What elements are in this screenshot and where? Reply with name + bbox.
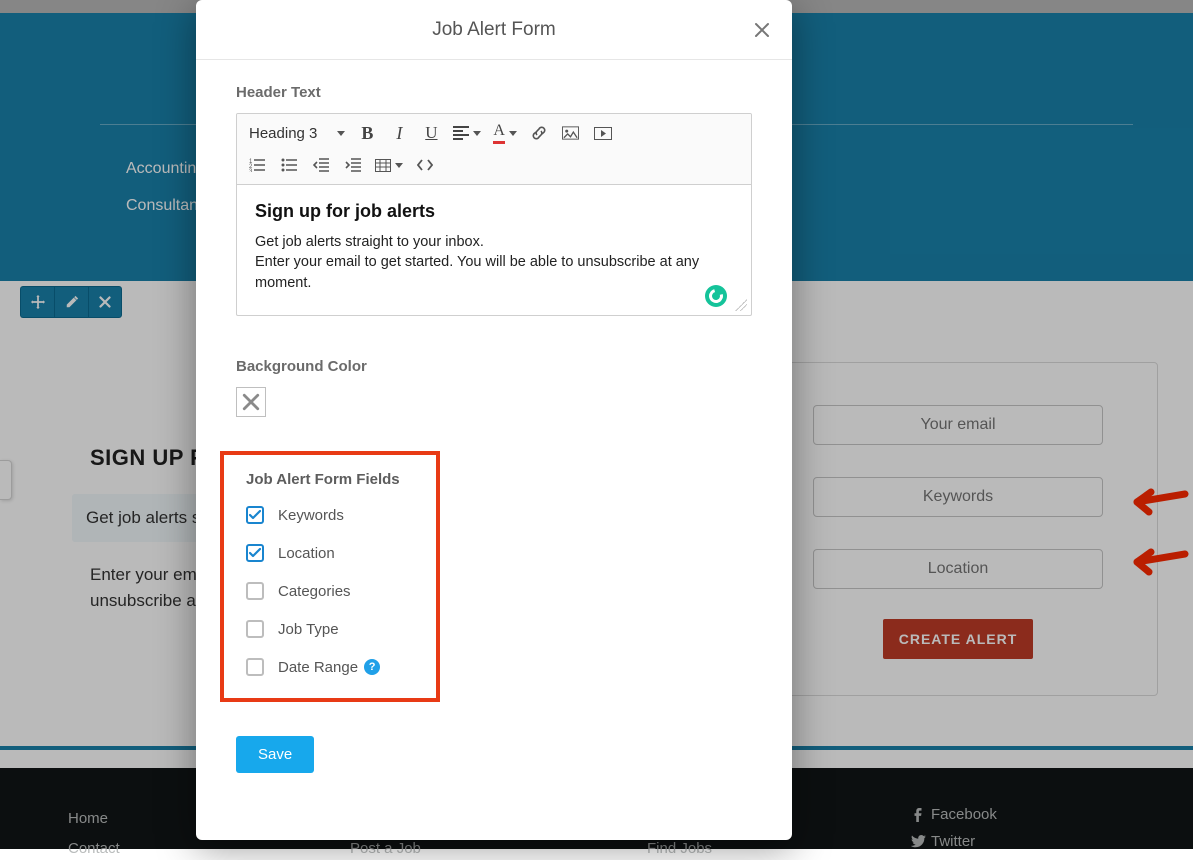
field-row-keywords[interactable]: Keywords: [246, 506, 414, 524]
checkbox-keywords[interactable]: [246, 506, 264, 524]
rte-content-area[interactable]: Sign up for job alerts Get job alerts st…: [237, 185, 751, 315]
field-row-jobtype[interactable]: Job Type: [246, 620, 414, 638]
field-row-daterange[interactable]: Date Range ?: [246, 658, 414, 676]
svg-text:3: 3: [249, 169, 253, 172]
checkbox-daterange[interactable]: [246, 658, 264, 676]
close-icon[interactable]: [750, 18, 774, 42]
checkbox-categories-label: Categories: [278, 583, 351, 600]
form-fields-label: Job Alert Form Fields: [246, 471, 414, 488]
help-icon[interactable]: ?: [364, 659, 380, 675]
checkbox-jobtype-label: Job Type: [278, 621, 339, 638]
grammarly-icon[interactable]: [705, 285, 727, 307]
job-alert-form-modal: Job Alert Form Header Text Heading 3 B I…: [196, 0, 792, 840]
image-icon[interactable]: [555, 117, 587, 149]
rte-heading-dropdown[interactable]: Heading 3: [241, 117, 351, 149]
link-icon[interactable]: [523, 117, 555, 149]
rte-content-line1: Get job alerts straight to your inbox.: [255, 232, 733, 252]
checkbox-categories[interactable]: [246, 582, 264, 600]
save-button[interactable]: Save: [236, 736, 314, 773]
caret-down-icon: [473, 131, 481, 136]
ordered-list-icon[interactable]: 123: [241, 149, 273, 181]
header-text-label: Header Text: [236, 84, 752, 101]
code-view-icon[interactable]: [409, 149, 441, 181]
checkbox-daterange-label: Date Range: [278, 659, 358, 676]
checkbox-location-label: Location: [278, 545, 335, 562]
rte-content-line2: Enter your email to get started. You wil…: [255, 252, 733, 293]
unordered-list-icon[interactable]: [273, 149, 305, 181]
align-icon[interactable]: [447, 117, 487, 149]
rich-text-editor: Heading 3 B I U A: [236, 113, 752, 316]
background-color-label: Background Color: [236, 358, 752, 375]
indent-icon[interactable]: [337, 149, 369, 181]
table-icon[interactable]: [369, 149, 409, 181]
underline-icon[interactable]: U: [415, 117, 447, 149]
caret-down-icon: [509, 131, 517, 136]
checkbox-jobtype[interactable]: [246, 620, 264, 638]
no-color-swatch[interactable]: [236, 387, 266, 417]
text-color-icon[interactable]: A: [487, 117, 523, 149]
rte-toolbar: Heading 3 B I U A: [237, 114, 751, 185]
checkbox-location[interactable]: [246, 544, 264, 562]
bold-icon[interactable]: B: [351, 117, 383, 149]
resize-handle-icon[interactable]: [735, 299, 747, 311]
form-fields-highlight-box: Job Alert Form Fields Keywords Location …: [220, 451, 440, 702]
italic-icon[interactable]: I: [383, 117, 415, 149]
rte-heading-label: Heading 3: [249, 125, 317, 142]
outdent-icon[interactable]: [305, 149, 337, 181]
rte-content-heading: Sign up for job alerts: [255, 201, 733, 222]
field-row-categories[interactable]: Categories: [246, 582, 414, 600]
modal-header: Job Alert Form: [196, 0, 792, 60]
caret-down-icon: [395, 163, 403, 168]
caret-down-icon: [337, 131, 345, 136]
checkbox-keywords-label: Keywords: [278, 507, 344, 524]
video-icon[interactable]: [587, 117, 619, 149]
field-row-location[interactable]: Location: [246, 544, 414, 562]
modal-title-text: Job Alert Form: [432, 19, 556, 41]
